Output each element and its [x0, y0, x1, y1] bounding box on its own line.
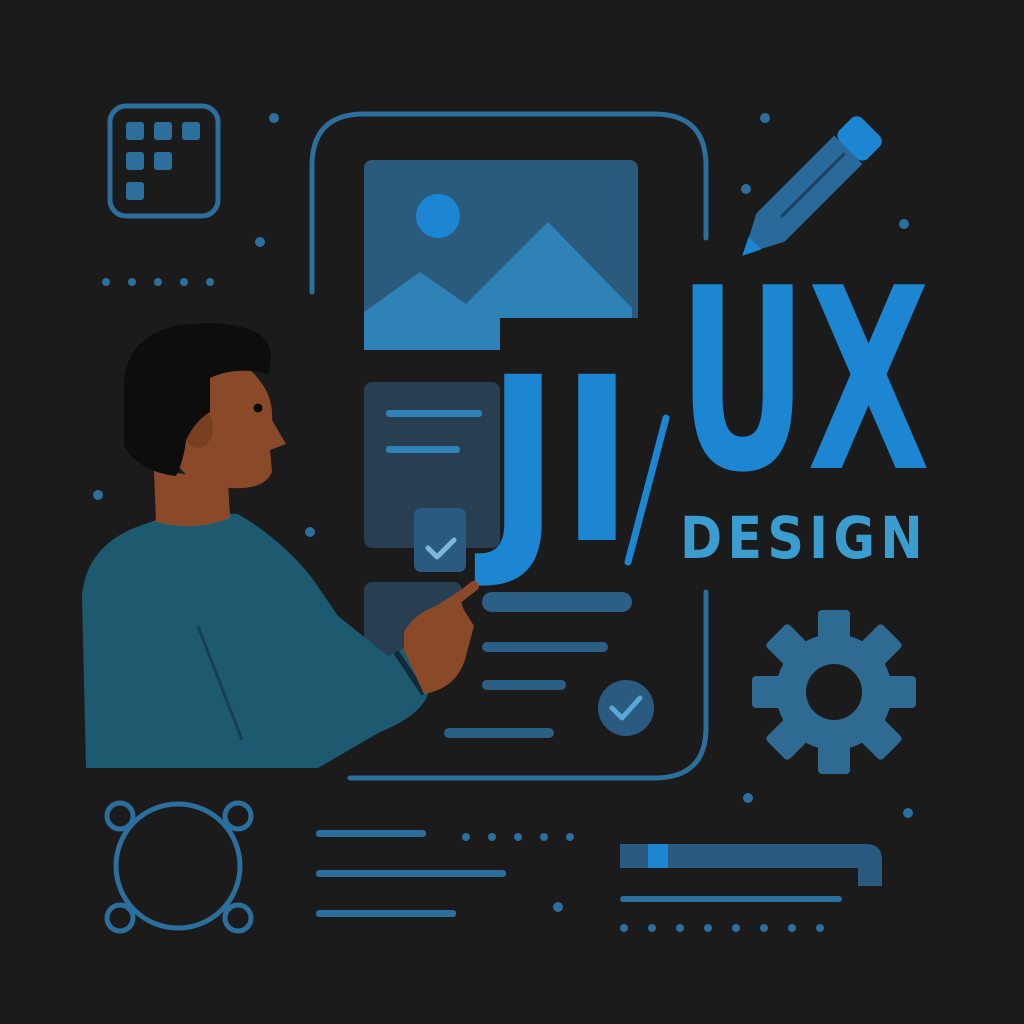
check-icon — [414, 508, 466, 572]
bottom-text-lines — [316, 830, 506, 917]
grid-app-icon — [107, 103, 221, 219]
slider-bar-icon — [620, 844, 882, 902]
illustration-canvas: JI UX DESIGN — [82, 103, 930, 934]
dotted-row-bottom-right — [620, 924, 824, 932]
image-placeholder-icon — [364, 160, 638, 352]
headline-subtitle: DESIGN — [680, 504, 928, 572]
round-check-icon — [598, 680, 654, 736]
circle-node-icon — [104, 800, 254, 934]
gear-icon — [752, 610, 916, 774]
headline-right: UX — [678, 235, 930, 528]
dotted-row-bottom-center — [462, 833, 574, 841]
uiux-illustration: JI UX DESIGN — [0, 0, 1024, 1024]
dotted-row-left — [102, 278, 214, 286]
headline-left: JI — [475, 328, 634, 594]
